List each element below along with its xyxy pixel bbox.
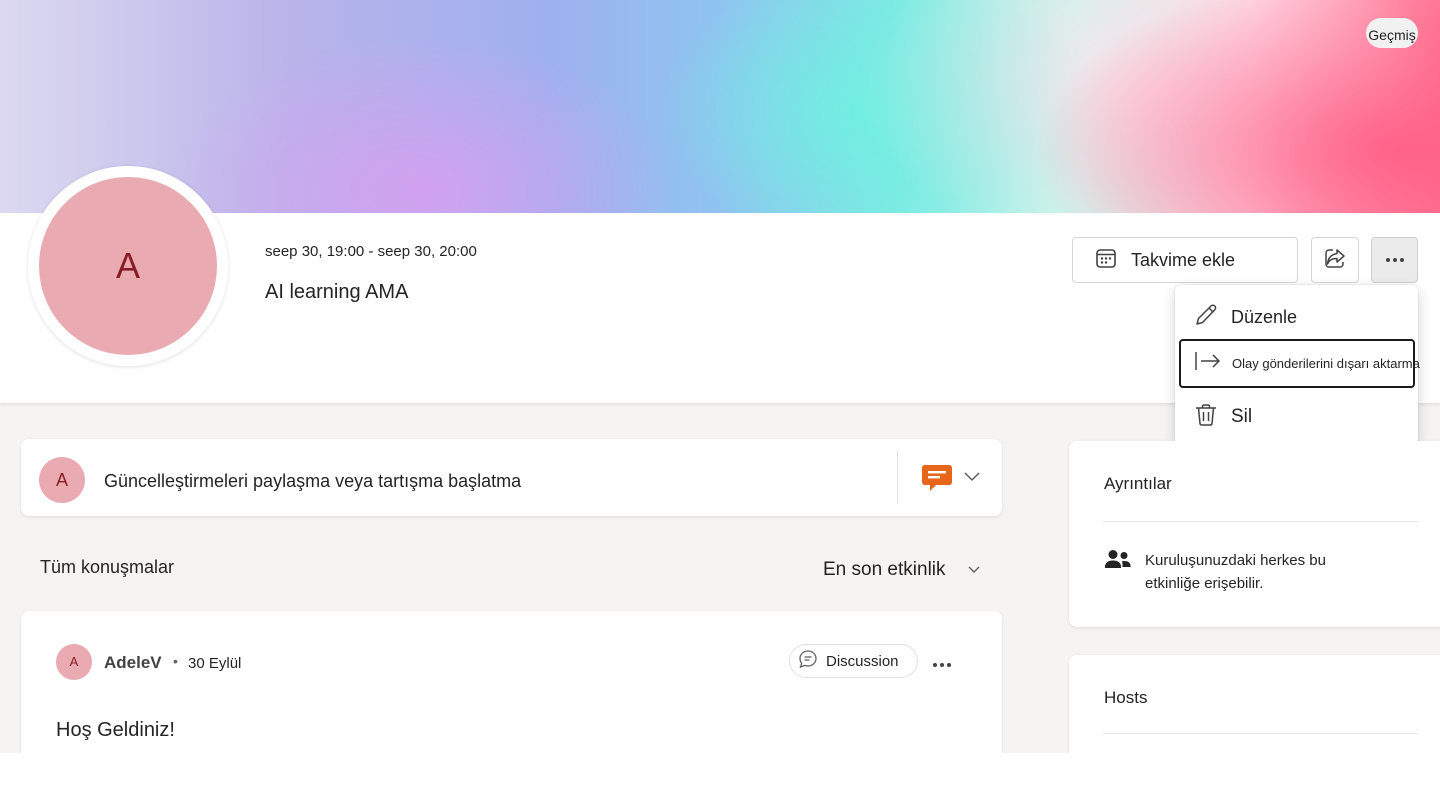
event-page: Geçmiş A seep 30, 19:00 - seep 30, 20:00…	[0, 0, 1440, 753]
discussion-icon	[798, 649, 818, 673]
event-title: AI learning AMA	[265, 281, 409, 303]
share-icon	[1323, 246, 1347, 275]
sort-chevron-down-icon[interactable]	[967, 562, 981, 580]
access-description: Kuruluşunuzdaki herkes bu etkinliğe eriş…	[1145, 552, 1326, 592]
more-options-menu: Düzenle Olay gönderilerini dışarı aktarm…	[1175, 285, 1420, 446]
menu-item-export-posts[interactable]: Olay gönderilerini dışarı aktarma	[1179, 339, 1420, 388]
composer-prompt[interactable]: Güncelleştirmeleri paylaşma veya tartışm…	[104, 471, 521, 492]
menu-item-edit-label: Düzenle	[1231, 306, 1298, 327]
chevron-down-icon[interactable]	[963, 469, 981, 487]
menu-item-edit[interactable]: Düzenle	[1175, 299, 1418, 335]
chat-bubble-icon[interactable]	[921, 463, 953, 498]
composer-avatar: A	[39, 457, 85, 503]
post-author-name[interactable]: AdeleV	[104, 653, 162, 673]
history-button[interactable]: Geçmiş	[1366, 18, 1418, 48]
event-avatar-initial: A	[39, 177, 217, 355]
details-panel: Ayrıntılar Kuruluşunuzdaki herkes bu etk…	[1069, 441, 1440, 627]
more-options-button[interactable]	[1371, 237, 1418, 283]
post-more-icon[interactable]	[933, 663, 951, 667]
details-divider	[1103, 521, 1418, 522]
calendar-icon	[1095, 247, 1117, 274]
export-arrow-icon	[1194, 350, 1222, 377]
post-composer[interactable]: A Güncelleştirmeleri paylaşma veya tartı…	[21, 439, 1002, 516]
event-date: seep 30, 19:00 - seep 30, 20:00	[265, 243, 477, 260]
post-body: Hoş Geldiniz!	[56, 719, 175, 741]
hosts-heading: Hosts	[1104, 688, 1148, 707]
hosts-divider	[1103, 733, 1418, 734]
pencil-icon	[1193, 302, 1219, 333]
all-conversations-label: Tüm konuşmalar	[40, 557, 175, 577]
menu-item-delete[interactable]: Sil	[1175, 399, 1418, 435]
hosts-panel: Hosts	[1069, 655, 1440, 753]
share-button[interactable]	[1311, 237, 1359, 283]
composer-divider	[897, 451, 898, 504]
details-heading: Ayrıntılar	[1104, 474, 1172, 493]
menu-item-export-label: Olay gönderilerini dışarı aktarma	[1232, 356, 1420, 371]
more-icon	[1385, 258, 1404, 262]
event-banner	[0, 0, 1440, 213]
add-to-calendar-button[interactable]: Takvime ekle	[1072, 237, 1298, 283]
menu-item-delete-label: Sil	[1231, 406, 1253, 427]
discussion-tag-label: Discussion	[826, 652, 899, 670]
people-icon	[1104, 549, 1132, 576]
sort-dropdown[interactable]: En son etkinlik	[823, 559, 946, 581]
post-date: 30 Eylül	[188, 655, 242, 672]
post-separator: •	[173, 653, 178, 669]
post-author-avatar[interactable]: A	[56, 644, 92, 680]
event-avatar: A	[28, 166, 228, 366]
conversation-post: A AdeleV • 30 Eylül Discussion Hoş Geldi…	[21, 611, 1002, 753]
add-to-calendar-label: Takvime ekle	[1131, 249, 1236, 270]
trash-icon	[1193, 402, 1219, 433]
discussion-tag[interactable]: Discussion	[789, 644, 918, 678]
